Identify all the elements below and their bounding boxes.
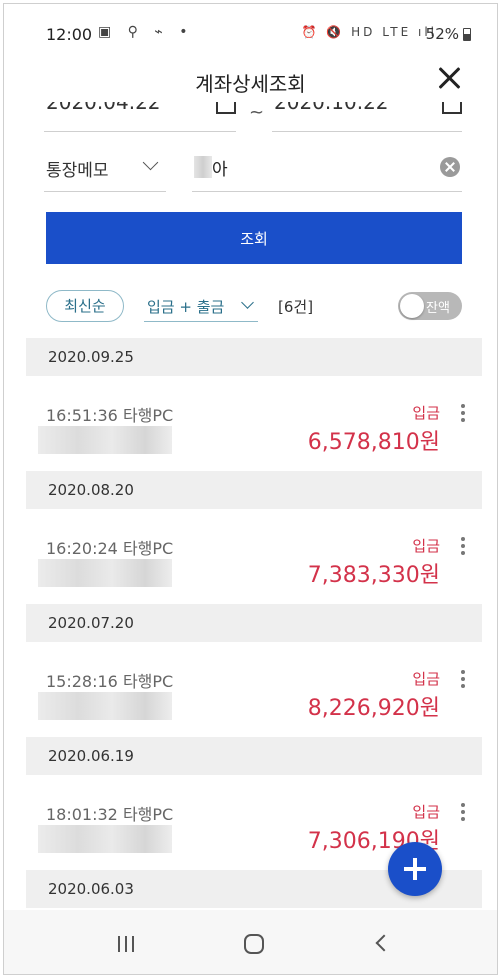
header: 계좌상세조회 [4, 54, 497, 102]
date-separator: ~ [249, 102, 265, 123]
calendar-icon[interactable] [442, 102, 462, 114]
transaction-row[interactable]: 16:51:36 타행PC 입금 6,578,810원 [26, 376, 482, 471]
more-icon[interactable] [460, 404, 466, 424]
battery-percent: 52% [425, 25, 459, 43]
transaction-type: 입금 [412, 670, 440, 688]
date-header: 2020.08.20 [26, 471, 482, 509]
battery-icon [463, 28, 471, 41]
recent-apps-icon[interactable] [118, 936, 136, 952]
transaction-row[interactable]: 15:28:16 타행PC 입금 8,226,920원 [26, 642, 482, 737]
plus-icon[interactable] [388, 842, 442, 896]
date-header: 2020.07.20 [26, 604, 482, 642]
clear-icon[interactable] [440, 157, 460, 177]
status-time: 12:00 [46, 25, 93, 44]
redacted-text [38, 825, 172, 853]
transaction-type-label: 입금 + 출금 [147, 298, 225, 316]
back-icon[interactable] [375, 934, 393, 952]
start-date-value: 2020.04.22 [46, 102, 161, 114]
transaction-amount: 7,383,330원 [307, 563, 440, 588]
more-icon[interactable] [460, 537, 466, 557]
result-count: [6건] [278, 298, 314, 316]
more-icon[interactable] [460, 670, 466, 690]
transaction-row[interactable]: 16:20:24 타행PC 입금 7,383,330원 [26, 509, 482, 604]
transaction-amount: 6,578,810원 [307, 430, 440, 455]
end-date-field[interactable]: 2020.10.22 [272, 102, 462, 132]
redacted-text [194, 156, 212, 178]
balance-toggle-label: 잔액 [426, 301, 450, 316]
redacted-text [38, 692, 172, 720]
start-date-field[interactable]: 2020.04.22 [44, 102, 236, 132]
transaction-type: 입금 [412, 803, 440, 821]
sort-chip[interactable]: 최신순 [46, 290, 124, 322]
redacted-text [38, 426, 172, 454]
system-nav-bar [4, 910, 497, 974]
date-range: 2020.04.22 ~ 2020.10.22 [4, 102, 497, 134]
transaction-type-select[interactable]: 입금 + 출금 [144, 290, 258, 322]
balance-toggle[interactable]: 잔액 [398, 292, 462, 320]
memo-type-select[interactable]: 통장메모 [44, 144, 166, 192]
end-date-value: 2020.10.22 [274, 102, 389, 114]
memo-type-label: 통장메모 [46, 161, 109, 181]
transaction-amount: 8,226,920원 [307, 696, 440, 721]
chevron-down-icon [142, 154, 159, 171]
chevron-down-icon [241, 296, 254, 309]
status-bar: 12:00 ▣ ⚲ ⌁ • ⏰ 🔇 HD LTE ıll 52% [4, 4, 497, 50]
memo-filter-row: 통장메모 [4, 144, 497, 196]
date-header: 2020.09.25 [26, 338, 482, 376]
more-icon[interactable] [460, 803, 466, 823]
calendar-icon[interactable] [216, 102, 236, 114]
search-button[interactable]: 조회 [46, 212, 462, 264]
transaction-type: 입금 [412, 537, 440, 555]
redacted-text [38, 559, 172, 587]
notification-icons: ▣ ⚲ ⌁ • [98, 24, 194, 40]
transaction-type: 입금 [412, 404, 440, 422]
transaction-time: 18:01:32 타행PC [46, 805, 174, 824]
date-header: 2020.06.19 [26, 737, 482, 775]
memo-search-input[interactable] [212, 152, 422, 182]
transaction-time: 15:28:16 타행PC [46, 672, 174, 691]
list-filter-row: 최신순 입금 + 출금 [6건] 잔액 [4, 288, 497, 328]
memo-input-wrap [192, 144, 462, 192]
toggle-knob [400, 294, 424, 318]
transaction-time: 16:20:24 타행PC [46, 539, 174, 558]
page-title: 계좌상세조회 [195, 72, 306, 96]
close-icon[interactable] [437, 66, 461, 90]
app-frame: 12:00 ▣ ⚲ ⌁ • ⏰ 🔇 HD LTE ıll 52% 계좌상세조회 … [3, 3, 498, 975]
system-status-icons: ⏰ 🔇 HD LTE ıll [301, 25, 437, 39]
home-icon[interactable] [244, 934, 264, 954]
transaction-time: 16:51:36 타행PC [46, 406, 174, 425]
transaction-list: 2020.09.25 16:51:36 타행PC 입금 6,578,810원 2… [26, 338, 482, 908]
